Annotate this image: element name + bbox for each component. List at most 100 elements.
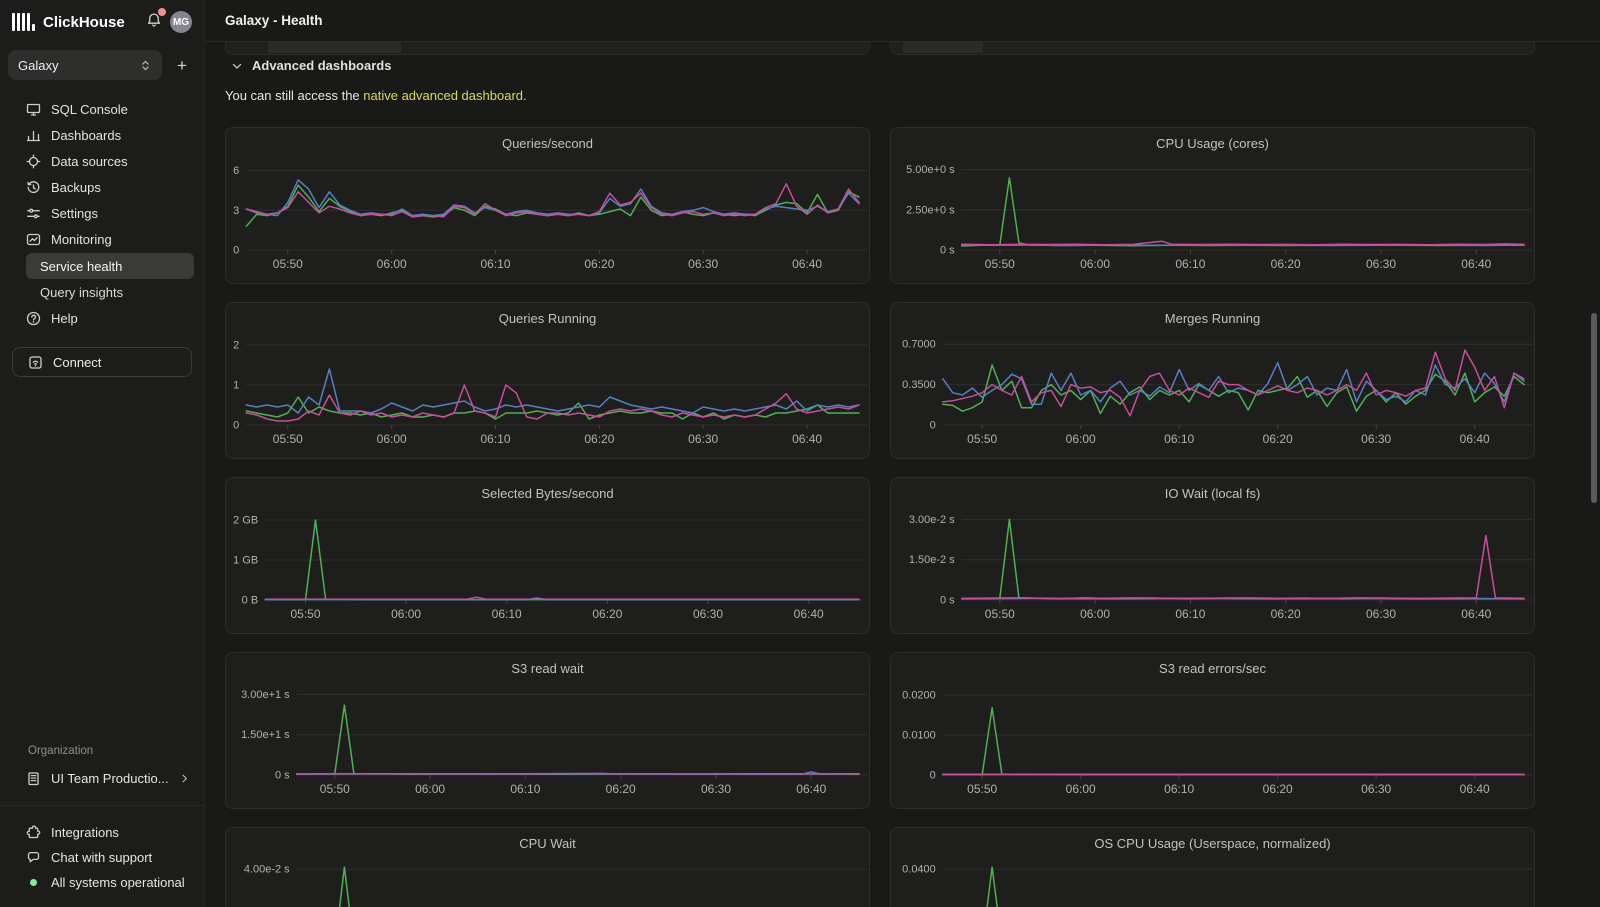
sidebar-item-help[interactable]: Help [0, 305, 204, 331]
svg-text:06:20: 06:20 [1263, 432, 1293, 446]
svg-text:1.50e+1 s: 1.50e+1 s [241, 729, 290, 741]
sidebar-item-data-sources[interactable]: Data sources [0, 148, 204, 174]
svg-text:06:00: 06:00 [1066, 432, 1096, 446]
chart-card: 0 s1.50e+1 s3.00e+1 s05:5006:0006:1006:2… [225, 652, 870, 809]
sidebar-item-monitoring[interactable]: Monitoring [0, 226, 204, 252]
main-area: Galaxy - Health Advanced dashboards You … [205, 0, 1600, 907]
chart-title: Queries/second [226, 136, 869, 151]
top-header: Galaxy - Health [205, 0, 1600, 42]
svg-text:06:00: 06:00 [377, 257, 407, 271]
svg-text:05:50: 05:50 [320, 782, 350, 796]
chart-title: Selected Bytes/second [226, 486, 869, 501]
svg-text:05:50: 05:50 [985, 257, 1015, 271]
chart-plot[interactable]: 00.35000.700005:5006:0006:1006:2006:3006… [891, 303, 1535, 459]
notifications-button[interactable] [146, 12, 162, 33]
chevron-updown-icon [139, 59, 152, 72]
integrations-item[interactable]: Integrations [0, 820, 204, 845]
chart-card: 01205:5006:0006:1006:2006:3006:40 Querie… [225, 302, 870, 459]
chart-title: OS CPU Usage (Userspace, normalized) [891, 836, 1534, 851]
notification-dot [158, 8, 166, 16]
sidebar-item-settings[interactable]: Settings [0, 200, 204, 226]
svg-text:06:30: 06:30 [1366, 607, 1396, 621]
sidebar-item-query-insights[interactable]: Query insights [26, 280, 194, 304]
chart-title: S3 read wait [226, 661, 869, 676]
svg-text:06:40: 06:40 [796, 782, 826, 796]
sidebar-item-sql-console[interactable]: SQL Console [0, 96, 204, 122]
chart-card: 4.00e-2 s05:5006:0006:1006:2006:3006:40 … [225, 827, 870, 907]
svg-text:0: 0 [233, 420, 239, 432]
svg-text:3: 3 [233, 205, 239, 217]
sidebar-item-service-health[interactable]: Service health [26, 253, 194, 279]
backups-icon [26, 180, 41, 195]
chart-plot[interactable]: 0 s1.50e+1 s3.00e+1 s05:5006:0006:1006:2… [226, 653, 870, 809]
svg-text:2: 2 [233, 340, 239, 352]
svg-text:06:40: 06:40 [792, 257, 822, 271]
svg-text:06:30: 06:30 [693, 607, 723, 621]
svg-text:05:50: 05:50 [290, 607, 320, 621]
avatar[interactable]: MG [170, 11, 192, 33]
sql-console-icon [26, 102, 41, 117]
svg-text:0 s: 0 s [940, 245, 955, 257]
svg-text:06:40: 06:40 [1460, 432, 1490, 446]
sidebar-divider [0, 805, 204, 806]
status-dot-icon [30, 879, 37, 886]
svg-text:06:10: 06:10 [1175, 257, 1205, 271]
help-icon [26, 311, 41, 326]
chart-title: Queries Running [226, 311, 869, 326]
svg-text:05:50: 05:50 [967, 782, 997, 796]
chart-plot[interactable]: 00.01000.020005:5006:0006:1006:2006:3006… [891, 653, 1535, 809]
svg-text:06:10: 06:10 [1175, 607, 1205, 621]
chat-with-support-item[interactable]: Chat with support [0, 845, 204, 870]
svg-text:6: 6 [233, 165, 239, 177]
svg-text:0 s: 0 s [940, 595, 955, 607]
chart-plot[interactable]: 0 s1.50e-2 s3.00e-2 s05:5006:0006:1006:2… [891, 478, 1535, 634]
svg-text:05:50: 05:50 [273, 432, 303, 446]
charts-grid: 0 3 6 05:50 06:00 06:10 06:20 06:30 06:40 Querie… [225, 127, 1600, 907]
sidebar: ClickHouse MG Galaxy + SQL Console [0, 0, 205, 907]
chat-icon [26, 850, 41, 865]
svg-text:05:50: 05:50 [273, 257, 303, 271]
sidebar-bottom: Organization UI Team Productio... Integr… [0, 745, 204, 907]
svg-text:06:30: 06:30 [688, 432, 718, 446]
system-status-item[interactable]: All systems operational [0, 870, 204, 895]
organization-switcher[interactable]: UI Team Productio... [0, 765, 204, 791]
svg-text:06:20: 06:20 [584, 432, 614, 446]
chart-plot[interactable]: 03605:5006:0006:1006:2006:3006:40 [226, 128, 870, 284]
brand-name: ClickHouse [43, 14, 146, 31]
svg-text:06:10: 06:10 [480, 432, 510, 446]
chart-card: 00.01000.020005:5006:0006:1006:2006:3006… [890, 652, 1535, 809]
chart-plot[interactable]: 01205:5006:0006:1006:2006:3006:40 [226, 303, 870, 459]
settings-sliders-icon [26, 206, 41, 221]
add-service-button[interactable]: + [172, 57, 192, 74]
native-advanced-dashboard-link[interactable]: native advanced dashboard. [363, 88, 526, 103]
svg-text:1: 1 [233, 380, 239, 392]
svg-text:05:50: 05:50 [985, 607, 1015, 621]
connect-icon [28, 355, 43, 370]
advanced-dashboards-toggle[interactable]: Advanced dashboards [225, 58, 391, 73]
sidebar-item-dashboards[interactable]: Dashboards [0, 122, 204, 148]
status-label: All systems operational [51, 875, 185, 890]
svg-text:2 GB: 2 GB [233, 515, 258, 527]
chart-card: 0 B1 GB2 GB05:5006:0006:1006:2006:3006:4… [225, 477, 870, 634]
svg-text:06:40: 06:40 [1461, 607, 1491, 621]
svg-text:06:40: 06:40 [792, 432, 822, 446]
vertical-scrollbar-thumb[interactable] [1591, 313, 1597, 503]
svg-text:06:00: 06:00 [415, 782, 445, 796]
chart-plot[interactable]: 0 s2.50e+0 s5.00e+0 s05:5006:0006:1006:2… [891, 128, 1535, 284]
svg-text:06:30: 06:30 [701, 782, 731, 796]
sidebar-item-backups[interactable]: Backups [0, 174, 204, 200]
svg-text:0.0100: 0.0100 [902, 730, 936, 742]
service-selector[interactable]: Galaxy [8, 50, 162, 80]
sidebar-nav: SQL Console Dashboards Data sources Back… [0, 96, 204, 331]
svg-text:3.00e-2 s: 3.00e-2 s [909, 514, 955, 526]
svg-text:06:10: 06:10 [480, 257, 510, 271]
chart-plot[interactable]: 0 B1 GB2 GB05:5006:0006:1006:2006:3006:4… [226, 478, 870, 634]
svg-text:05:50: 05:50 [967, 432, 997, 446]
connect-button[interactable]: Connect [12, 347, 192, 377]
svg-text:06:00: 06:00 [391, 607, 421, 621]
svg-text:06:00: 06:00 [1080, 607, 1110, 621]
organization-icon [26, 771, 41, 786]
svg-text:1.50e-2 s: 1.50e-2 s [909, 554, 955, 566]
chart-card: 00.35000.700005:5006:0006:1006:2006:3006… [890, 302, 1535, 459]
dashboards-icon [26, 128, 41, 143]
